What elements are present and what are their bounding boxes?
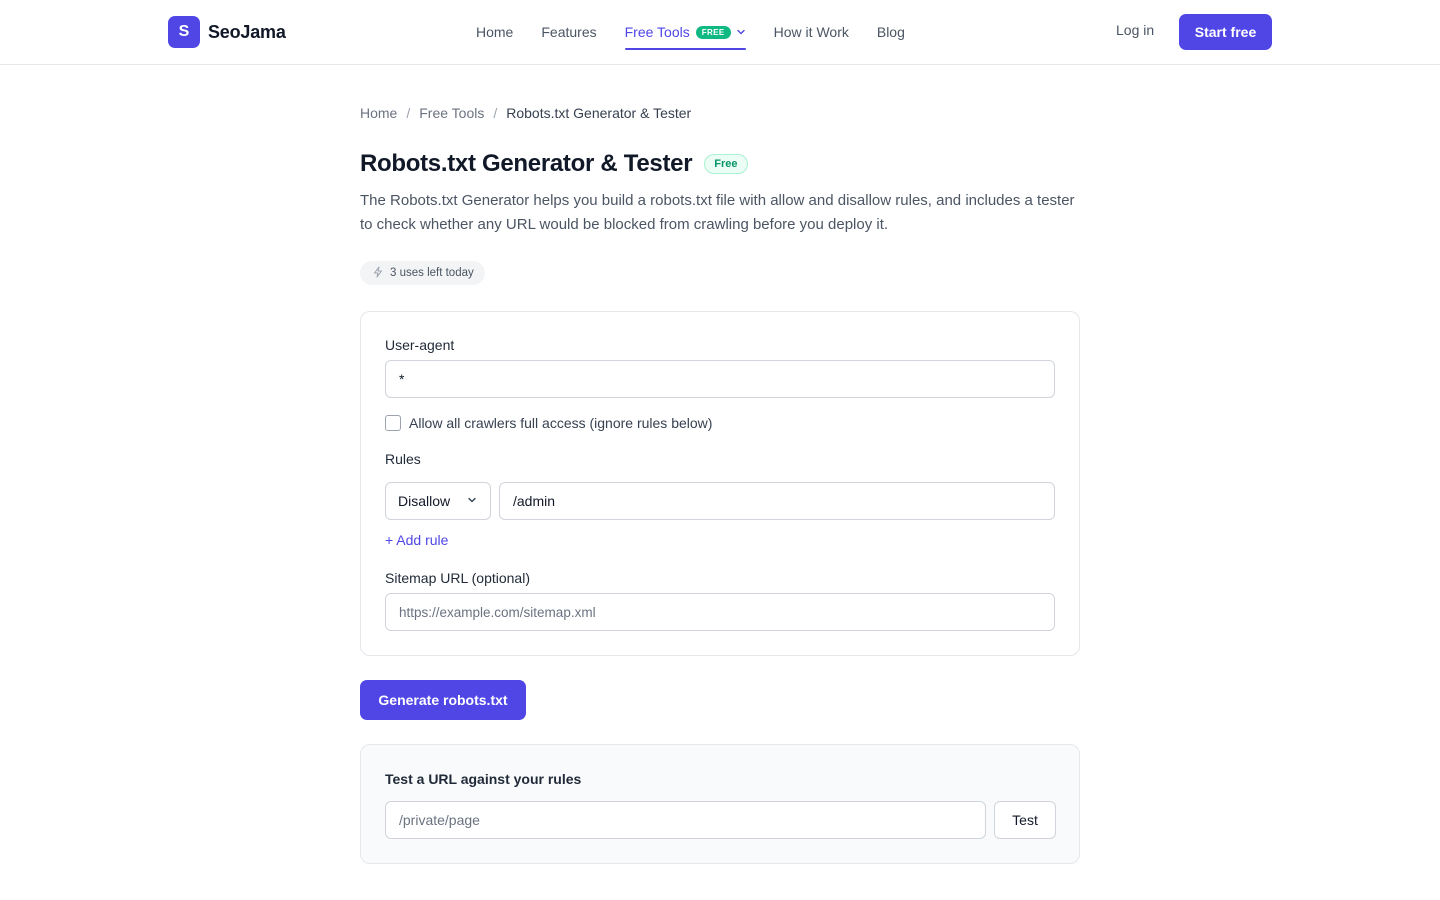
- nav-how-it-work-label: How it Work: [773, 24, 849, 40]
- allow-all-row: Allow all crawlers full access (ignore r…: [385, 415, 712, 431]
- test-url-input[interactable]: [385, 801, 986, 839]
- breadcrumb-current: Robots.txt Generator & Tester: [506, 105, 692, 121]
- start-free-button[interactable]: Start free: [1179, 14, 1272, 50]
- nav-blog[interactable]: Blog: [877, 0, 905, 64]
- nav-features-label: Features: [541, 24, 597, 40]
- nav-blog-label: Blog: [876, 24, 905, 40]
- breadcrumb-free-tools[interactable]: Free Tools: [419, 105, 484, 121]
- allow-all-label: Allow all crawlers full access (ignore r…: [409, 415, 713, 431]
- rule-type-value: Disallow: [398, 493, 451, 509]
- nav-features[interactable]: Features: [541, 0, 596, 64]
- nav-home-label: Home: [476, 24, 514, 40]
- sitemap-label: Sitemap URL (optional): [385, 570, 530, 586]
- test-button[interactable]: Test: [994, 801, 1056, 839]
- brand-logo[interactable]: S SeoJama: [168, 16, 286, 48]
- nav-free-tools[interactable]: Free Tools FREE: [624, 0, 746, 64]
- tester-title: Test a URL against your rules: [385, 771, 582, 787]
- main-nav: Home Features Free Tools FREE How it Wor…: [476, 0, 933, 64]
- login-link[interactable]: Log in: [1116, 22, 1154, 38]
- rule-path-input[interactable]: [499, 482, 1055, 520]
- logo-mark-icon: S: [168, 16, 200, 48]
- page-title: Robots.txt Generator & Tester: [360, 150, 693, 177]
- user-agent-label: User-agent: [385, 337, 455, 353]
- chevron-down-icon: [736, 27, 746, 37]
- add-rule-button[interactable]: + Add rule: [385, 532, 448, 548]
- generate-button[interactable]: Generate robots.txt: [360, 680, 526, 720]
- allow-all-checkbox[interactable]: [385, 415, 401, 431]
- nav-home[interactable]: Home: [476, 0, 513, 64]
- user-agent-input[interactable]: [385, 360, 1055, 398]
- chevron-down-icon: [466, 493, 478, 509]
- title-row: Robots.txt Generator & Tester Free: [360, 150, 748, 178]
- breadcrumb-separator: /: [406, 105, 411, 121]
- brand-name: SeoJama: [208, 21, 286, 42]
- lightning-icon: [372, 266, 390, 281]
- nav-free-tools-label: Free Tools: [624, 24, 690, 40]
- page-description: The Robots.txt Generator helps you build…: [360, 192, 1075, 233]
- nav-how-it-work[interactable]: How it Work: [774, 0, 849, 64]
- free-badge: FREE: [695, 25, 731, 39]
- sitemap-url-input[interactable]: [385, 593, 1055, 631]
- rules-label: Rules: [385, 451, 421, 467]
- rule-type-select[interactable]: Disallow: [385, 482, 491, 520]
- breadcrumb-home[interactable]: Home: [360, 105, 397, 121]
- breadcrumb: Home / Free Tools / Robots.txt Generator…: [360, 105, 691, 121]
- usage-badge: 3 uses left today: [360, 261, 485, 285]
- breadcrumb-separator: /: [493, 105, 498, 121]
- url-tester-card: Test a URL against your rules Test: [360, 744, 1080, 864]
- top-header: S SeoJama Home Features Free Tools FREE …: [0, 0, 1440, 65]
- free-status-badge: Free: [704, 154, 748, 174]
- generator-form-card: User-agent Allow all crawlers full acces…: [360, 311, 1080, 656]
- usage-text: 3 uses left today: [390, 267, 474, 279]
